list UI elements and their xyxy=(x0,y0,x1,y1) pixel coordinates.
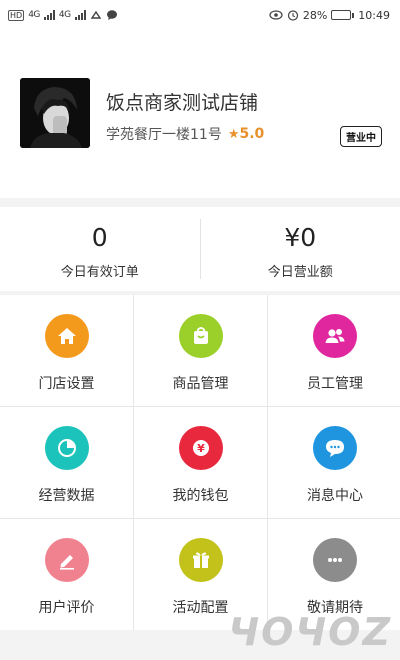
menu-label: 门店设置 xyxy=(38,376,95,392)
shopping-bag-icon xyxy=(178,314,223,358)
menu-my-wallet[interactable]: ¥ 我的钱包 xyxy=(134,407,267,518)
menu-message-center[interactable]: 消息中心 xyxy=(268,407,400,518)
function-grid: 门店设置 商品管理 员工管理 经营数据 ¥ 我的钱包 消息中心 用户评价 活动配… xyxy=(0,295,400,630)
menu-user-reviews[interactable]: 用户评价 xyxy=(0,519,133,630)
home-icon xyxy=(44,314,89,358)
alarm-icon xyxy=(287,10,298,21)
network-type-2: 4G xyxy=(58,10,71,20)
menu-label: 商品管理 xyxy=(172,376,229,392)
hd-indicator: HD xyxy=(8,9,25,21)
signal-icon-2 xyxy=(74,10,86,20)
status-badge[interactable]: 营业中 xyxy=(340,126,382,147)
store-rating: 5.0 xyxy=(239,126,265,142)
signal-icon xyxy=(43,10,55,20)
store-avatar[interactable] xyxy=(20,78,90,148)
stat-valid-orders[interactable]: 0 今日有效订单 xyxy=(0,207,200,291)
menu-product-management[interactable]: 商品管理 xyxy=(134,295,267,406)
staff-icon xyxy=(313,314,357,358)
status-bar: HD 4G 4G 28% 10:49 xyxy=(0,0,400,30)
more-icon xyxy=(313,538,357,582)
pie-chart-icon xyxy=(44,426,89,470)
message-icon xyxy=(313,426,357,470)
stat-revenue[interactable]: ¥0 今日营业额 xyxy=(201,207,400,291)
eye-icon xyxy=(269,10,283,20)
status-bar-right: 28% 10:49 xyxy=(269,9,390,22)
status-bar-left: HD 4G 4G xyxy=(8,9,118,21)
menu-business-data[interactable]: 经营数据 xyxy=(0,407,133,518)
store-info-card[interactable]: 饭点商家测试店铺 学苑餐厅一楼11号 ★5.0 营业中 xyxy=(0,30,400,198)
store-address: 学苑餐厅一楼11号 xyxy=(106,127,222,143)
stat-value: 0 xyxy=(91,223,108,252)
menu-store-settings[interactable]: 门店设置 xyxy=(0,295,133,406)
network-type-1: 4G xyxy=(28,10,40,20)
chat-notification-icon xyxy=(106,10,117,20)
menu-label: 用户评价 xyxy=(38,600,95,616)
stat-label: 今日有效订单 xyxy=(60,265,139,280)
stat-label: 今日营业额 xyxy=(267,265,333,280)
menu-label: 经营数据 xyxy=(38,488,95,504)
battery-percent: 28% xyxy=(302,8,328,22)
notification-icon xyxy=(90,10,101,19)
rating-group: ★5.0 xyxy=(228,126,264,142)
review-pen-icon xyxy=(44,538,89,582)
store-name: 饭点商家测试店铺 xyxy=(106,92,259,114)
gift-icon xyxy=(178,538,223,582)
battery-icon xyxy=(331,10,355,20)
avatar-image-icon xyxy=(20,78,90,148)
wallet-icon: ¥ xyxy=(178,426,223,470)
watermark-logo: ЧОЧОZ xyxy=(228,610,392,654)
stat-value: ¥0 xyxy=(284,223,317,252)
menu-label: 我的钱包 xyxy=(172,488,229,504)
store-address-row: 学苑餐厅一楼11号 ★5.0 xyxy=(106,124,264,144)
svg-text:¥: ¥ xyxy=(197,442,205,455)
clock: 10:49 xyxy=(358,8,390,22)
menu-label: 员工管理 xyxy=(307,376,363,392)
menu-label: 消息中心 xyxy=(307,488,363,504)
star-icon: ★ xyxy=(227,127,240,142)
today-stats: 0 今日有效订单 ¥0 今日营业额 xyxy=(0,207,400,291)
menu-staff-management[interactable]: 员工管理 xyxy=(268,295,400,406)
